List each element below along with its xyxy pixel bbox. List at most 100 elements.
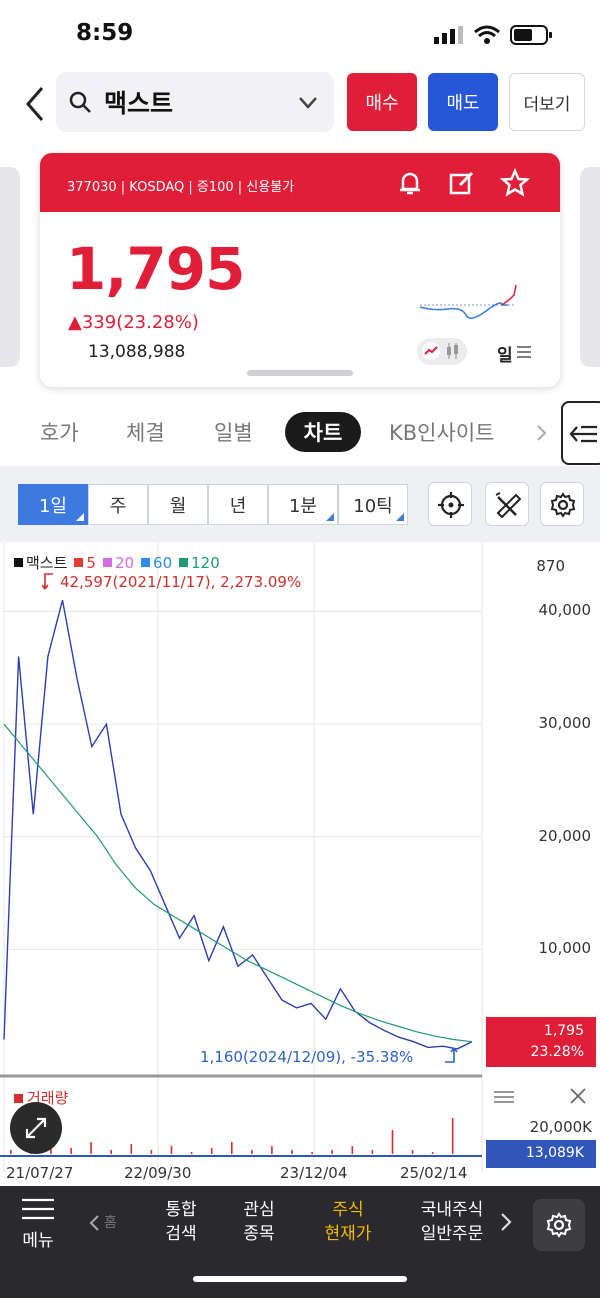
nav-stock-price-l1: 주식 <box>332 1200 364 1220</box>
more-button[interactable]: 더보기 <box>509 73 585 131</box>
tab-chart[interactable]: 차트 <box>285 412 361 452</box>
volume-bar <box>351 1146 354 1154</box>
nav-stock-price[interactable]: 주식 현재가 <box>312 1198 384 1246</box>
legend-swatch-ma20 <box>102 558 112 567</box>
volume-bars <box>10 1118 454 1154</box>
buy-button[interactable]: 매수 <box>347 73 417 131</box>
search-icon <box>69 91 91 113</box>
chart-settings-button[interactable] <box>540 482 584 526</box>
x-tick-1: 22/09/30 <box>124 1164 192 1182</box>
menu-button[interactable]: 메뉴 <box>0 1194 76 1256</box>
crosshair-icon <box>438 492 464 518</box>
menu-label: 메뉴 <box>22 1231 54 1251</box>
bell-icon[interactable] <box>396 169 424 197</box>
nav-integrated-search[interactable]: 통합검색 <box>150 1198 212 1246</box>
period-1day[interactable]: 1일 <box>18 484 88 525</box>
tab-order-book[interactable]: 호가 <box>40 417 79 447</box>
menu-lines-icon[interactable] <box>517 346 531 358</box>
star-icon[interactable] <box>500 168 530 198</box>
high-arrow-icon <box>42 573 53 590</box>
chevron-down-icon[interactable] <box>298 96 318 110</box>
legend-ma20: 20 <box>114 553 135 572</box>
nav-domestic-order-l1: 국내주식 <box>420 1200 484 1220</box>
gear-icon <box>546 1212 572 1238</box>
stock-name: 맥스트 <box>104 89 174 118</box>
period-week[interactable]: 주 <box>88 484 148 525</box>
chevron-right-icon[interactable] <box>536 424 548 442</box>
nav-watchlist[interactable]: 관심 종목 <box>228 1198 290 1246</box>
volume-bar <box>110 1150 112 1154</box>
candlestick-icon <box>447 343 458 359</box>
nav-prev-label[interactable]: 홈 <box>104 1212 117 1232</box>
chart-series <box>3 600 473 1050</box>
nav-next-icon[interactable] <box>500 1212 512 1232</box>
period-1day-label: 1일 <box>38 495 67 517</box>
chart-type-toggle[interactable] <box>417 338 467 365</box>
volume-bar <box>70 1148 72 1154</box>
legend-ma60: 60 <box>153 553 173 572</box>
volume-bar <box>130 1144 133 1154</box>
trade-volume: 13,088,988 <box>88 342 186 362</box>
period-label[interactable]: 일 <box>497 341 513 366</box>
volume-bar <box>451 1118 454 1154</box>
nav-integrated-search-l1: 통합 <box>165 1200 197 1220</box>
current-volume-badge: 13,089K <box>486 1140 596 1168</box>
x-tick-2: 23/12/04 <box>280 1164 348 1182</box>
period-10tick[interactable]: 10틱 <box>338 484 408 525</box>
volume-bar <box>431 1152 434 1154</box>
drawing-tool-button[interactable] <box>485 482 529 526</box>
card-handle[interactable] <box>247 370 353 376</box>
nav-domestic-order[interactable]: 국내주식 일반주문 <box>410 1198 494 1246</box>
legend-swatch-ma5 <box>74 558 84 567</box>
next-card-peek[interactable] <box>580 167 600 367</box>
volume-menu-icon[interactable] <box>494 1090 514 1104</box>
expand-icon <box>25 1117 47 1139</box>
x-tick-3: 25/02/14 <box>400 1164 468 1182</box>
edit-icon[interactable] <box>448 169 476 197</box>
mini-sparkline <box>419 284 517 319</box>
badge-price-value: 1,795 <box>543 1023 584 1039</box>
period-month[interactable]: 월 <box>148 484 208 525</box>
volume-bar <box>210 1148 213 1154</box>
period-year[interactable]: 년 <box>208 484 268 525</box>
stock-meta: 377030 | KOSDAQ | 증100 | 신용불가 <box>67 180 295 195</box>
nav-integrated-search-l2: 검색 <box>165 1224 197 1244</box>
y-tick-20000: 20,000 <box>538 826 592 845</box>
side-panel-button[interactable] <box>561 401 600 465</box>
nav-settings-button[interactable] <box>533 1199 585 1251</box>
tab-daily[interactable]: 일별 <box>214 417 253 447</box>
low-annotation: 1,160(2024/12/09), -35.38% <box>200 1048 414 1066</box>
hamburger-icon <box>22 1198 54 1220</box>
period-1min[interactable]: 1분 <box>268 484 338 525</box>
volume-bar <box>231 1142 233 1154</box>
tab-kb-insight[interactable]: KB인사이트 <box>389 417 494 447</box>
fullscreen-button[interactable] <box>10 1102 62 1154</box>
chart-grid <box>0 542 483 1172</box>
y-tick-10000: 10,000 <box>538 939 592 958</box>
series-line-1 <box>3 723 473 1043</box>
battery-icon <box>510 25 552 45</box>
nav-prev-icon[interactable] <box>88 1214 100 1232</box>
close-icon[interactable] <box>570 1088 586 1104</box>
chart-legend: 맥스트 5 20 60 120 <box>14 552 220 573</box>
volume-swatch <box>14 1094 23 1103</box>
badge-price-change: 23.28% <box>530 1044 584 1060</box>
volume-bar <box>331 1150 333 1154</box>
sell-button[interactable]: 매도 <box>428 73 498 131</box>
stock-search-box[interactable] <box>56 72 334 132</box>
drawing-tools-icon <box>495 492 521 518</box>
volume-bar <box>391 1130 394 1154</box>
chevron-left-icon <box>26 87 44 121</box>
price-change: ▲339(23.28%) <box>68 312 199 333</box>
volume-bar <box>10 1150 12 1154</box>
prev-card-peek[interactable] <box>0 167 20 367</box>
volume-max-label: 20,000K <box>529 1118 592 1136</box>
status-icons <box>434 24 554 46</box>
crosshair-button[interactable] <box>428 482 472 526</box>
volume-bar <box>311 1152 313 1154</box>
price-chart[interactable] <box>0 542 600 1182</box>
tab-executions[interactable]: 체결 <box>126 417 165 447</box>
nav-watchlist-l2: 종목 <box>243 1224 275 1244</box>
back-button[interactable] <box>18 84 52 124</box>
current-price: 1,795 <box>66 235 245 303</box>
